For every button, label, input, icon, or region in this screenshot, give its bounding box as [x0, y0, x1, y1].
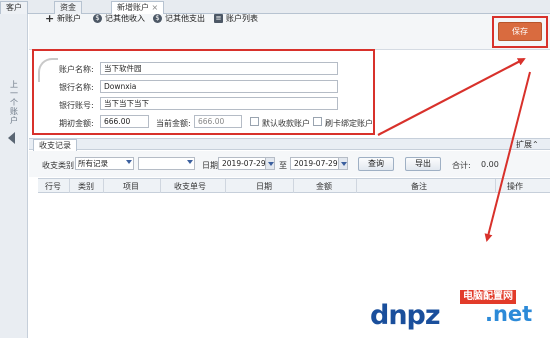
arrow-to-save — [377, 58, 526, 136]
watermark-logo: 电脑配置网 dnpz .net — [370, 288, 550, 338]
watermark-brand: dnpz — [370, 300, 441, 331]
watermark-suffix: .net — [485, 302, 533, 326]
arrow-secondary — [484, 71, 531, 242]
